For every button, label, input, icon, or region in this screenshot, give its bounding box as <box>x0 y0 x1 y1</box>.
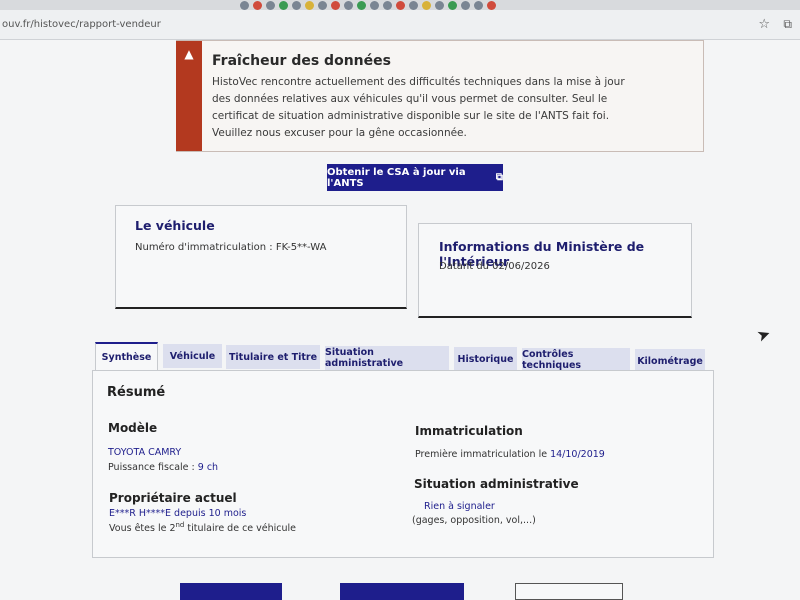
browser-tab-strip <box>0 0 800 10</box>
download-report-button[interactable] <box>340 583 464 600</box>
data-freshness-alert: ▲ Fraîcheur des données HistoVec rencont… <box>176 40 704 152</box>
tab-favicon[interactable] <box>344 0 353 10</box>
alert-title: Fraîcheur des données <box>212 53 391 69</box>
first-registration: Première immatriculation le 14/10/2019 <box>415 449 605 460</box>
tab-favicon[interactable] <box>305 0 314 10</box>
vehicle-card-title: Le véhicule <box>135 218 215 233</box>
fiscal-power-value: 9 ch <box>197 462 219 473</box>
tab-favicon[interactable] <box>409 0 418 10</box>
owner-rank-suffix: titulaire de ce véhicule <box>184 523 297 535</box>
model-heading: Modèle <box>108 421 158 435</box>
external-link-icon: ⧉ <box>495 172 503 183</box>
owner-heading: Propriétaire actuel <box>109 491 237 505</box>
tab-favicon[interactable] <box>357 0 366 10</box>
tab-favicon[interactable] <box>461 0 470 10</box>
address-bar[interactable]: ouv.fr/histovec/rapport-vendeur ☆ ⧉ <box>0 10 800 40</box>
warning-icon: ▲ <box>184 47 194 61</box>
model-value: TOYOTA CAMRY <box>108 447 182 458</box>
fiscal-power: Puissance fiscale : 9 ch <box>108 462 218 473</box>
vehicle-card: Le véhicule Numéro d'immatriculation : F… <box>115 205 407 309</box>
tab-favicon[interactable] <box>396 0 405 10</box>
tab-favicon[interactable] <box>435 0 444 10</box>
first-registration-label: Première immatriculation le <box>415 449 551 460</box>
tab-historique[interactable]: Historique <box>454 347 517 371</box>
tab-vehicule[interactable]: Véhicule <box>163 344 222 368</box>
tab-favicon[interactable] <box>487 0 496 10</box>
summary-heading: Résumé <box>107 385 166 400</box>
owner-rank-prefix: Vous êtes le 2 <box>109 523 176 535</box>
tab-favicon[interactable] <box>279 0 288 10</box>
tab-favicon[interactable] <box>318 0 327 10</box>
secondary-action-button[interactable] <box>515 583 623 600</box>
tab-favicon[interactable] <box>292 0 301 10</box>
tab-situation-administrative[interactable]: Situation administrative <box>325 346 449 370</box>
registration-number: Numéro d'immatriculation : FK-5**-WA <box>135 242 327 253</box>
tab-controles-techniques[interactable]: Contrôles techniques <box>522 348 630 372</box>
owner-since-value: 10 mois <box>208 508 247 519</box>
page-content: ▲ Fraîcheur des données HistoVec rencont… <box>0 40 800 600</box>
url-text[interactable]: ouv.fr/histovec/rapport-vendeur <box>0 19 161 30</box>
tab-favicon[interactable] <box>383 0 392 10</box>
alert-side-bar: ▲ <box>176 41 202 151</box>
summary-panel: Résumé Modèle TOYOTA CAMRY Puissance fis… <box>92 370 714 558</box>
tab-favicon[interactable] <box>474 0 483 10</box>
admin-detail: (gages, opposition, vol,...) <box>412 515 536 526</box>
tab-favicon[interactable] <box>448 0 457 10</box>
tab-favicon[interactable] <box>253 0 262 10</box>
registration-heading: Immatriculation <box>415 424 523 438</box>
get-csa-button-label: Obtenir le CSA à jour via l'ANTS <box>327 166 466 189</box>
tab-favicon[interactable] <box>331 0 340 10</box>
owner-line: E***R H****E depuis 10 mois <box>109 508 246 519</box>
extensions-puzzle-icon[interactable]: ⧉ <box>783 17 792 32</box>
admin-situation-heading: Situation administrative <box>414 477 579 491</box>
report-tabs: Synthèse Véhicule Titulaire et Titre Sit… <box>95 341 715 373</box>
tab-favicon[interactable] <box>240 0 249 10</box>
download-csa-button[interactable] <box>180 583 282 600</box>
tab-favicon[interactable] <box>370 0 379 10</box>
owner-name: E***R H****E <box>109 508 172 519</box>
tab-titulaire-titre[interactable]: Titulaire et Titre <box>226 345 320 369</box>
tab-favicon[interactable] <box>266 0 275 10</box>
admin-status: Rien à signaler <box>424 501 495 512</box>
owner-since-label: depuis <box>171 508 209 519</box>
first-registration-date: 14/10/2019 <box>550 449 605 460</box>
tab-synthese[interactable]: Synthèse <box>95 342 158 370</box>
get-csa-ants-button[interactable]: Obtenir le CSA à jour via l'ANTS ⧉ <box>327 164 503 191</box>
alert-text: HistoVec rencontre actuellement des diff… <box>212 76 625 139</box>
mouse-cursor-icon: ➤ <box>754 323 774 346</box>
ministry-data-date: Datant du 02/06/2026 <box>439 261 550 272</box>
bookmark-star-icon[interactable]: ☆ <box>758 17 770 32</box>
fiscal-power-label: Puissance fiscale : <box>108 462 198 473</box>
owner-rank: Vous êtes le 2nd titulaire de ce véhicul… <box>109 521 296 534</box>
tab-favicon[interactable] <box>422 0 431 10</box>
ministry-card: Informations du Ministère de l'Intérieur… <box>418 223 692 318</box>
